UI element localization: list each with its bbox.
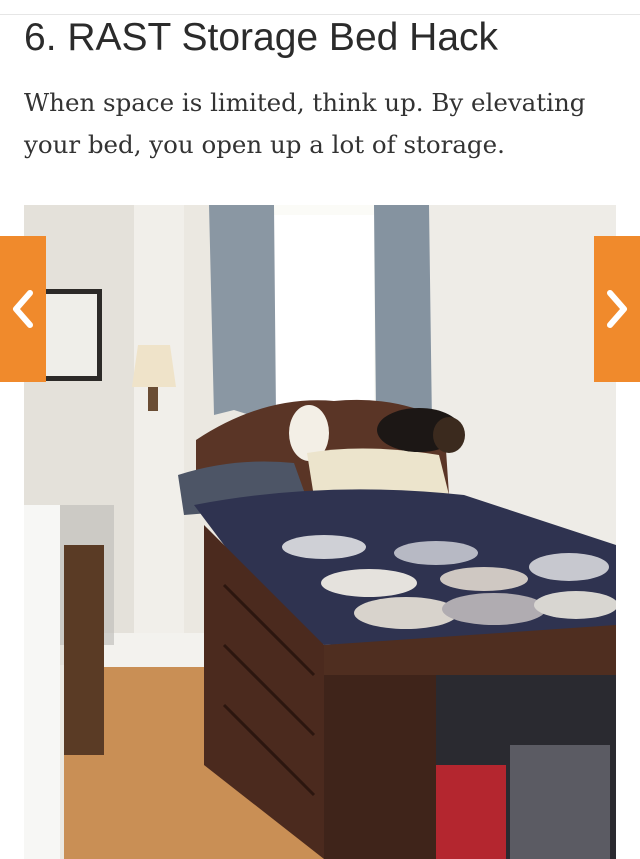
chevron-right-icon	[604, 289, 630, 329]
article-description: When space is limited, think up. By elev…	[24, 88, 586, 159]
gallery-next-button[interactable]	[594, 236, 640, 382]
article-title: 6. RAST Storage Bed Hack	[24, 16, 499, 59]
bed-photo	[24, 205, 616, 859]
gallery-prev-button[interactable]	[0, 236, 46, 382]
chevron-left-icon	[10, 289, 36, 329]
